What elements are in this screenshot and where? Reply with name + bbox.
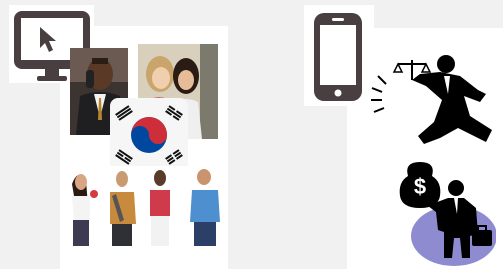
south-korea-flag [108,96,190,174]
smartphone-icon [314,13,362,101]
businessman-holding-scales-icon [368,50,496,148]
dollar-sign-label: $ [414,174,426,199]
businessman-holding-money-bag-icon: $ [398,158,496,266]
four-people-group-photo [64,166,226,248]
smartphone-icon-tile [304,5,374,106]
